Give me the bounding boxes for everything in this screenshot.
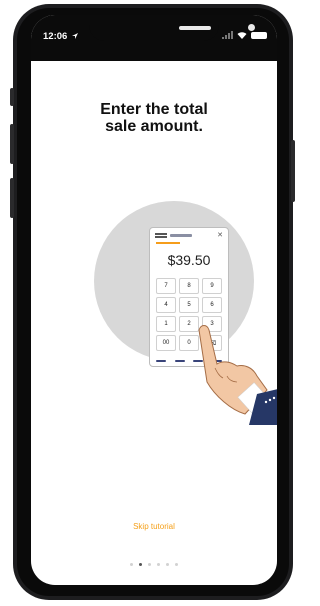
power-button [291,140,295,202]
status-bar: 12:06 [31,15,277,61]
battery-icon [251,31,267,39]
pagination-dots [31,563,277,566]
page-dot-active[interactable] [139,563,142,566]
keypad-key: 9 [202,278,222,294]
page-dot[interactable] [166,563,169,566]
illustration-accent-bar [156,242,180,244]
wifi-icon [237,32,247,39]
page-dot[interactable] [148,563,151,566]
page-title: Enter the total sale amount. [31,101,277,135]
keypad-key: 5 [179,297,199,313]
hamburger-menu-icon [155,233,167,239]
sale-amount: $39.50 [167,252,211,268]
phone-screen: 12:06 Enter the total sale amount. ✕ $39… [31,15,277,585]
skip-tutorial-link[interactable]: Skip tutorial [31,522,277,531]
notch [89,15,255,41]
close-icon: ✕ [217,232,223,239]
status-icons [222,31,267,39]
camera [248,24,255,31]
volume-down-button [10,178,14,218]
speaker [179,26,211,30]
title-line-2: sale amount. [105,118,203,135]
location-arrow-icon [72,33,78,39]
page-dot[interactable] [130,563,133,566]
page-dot[interactable] [175,563,178,566]
status-time: 12:06 [43,31,68,42]
pointing-hand-icon [198,325,277,425]
keypad-key: 8 [179,278,199,294]
silent-switch [10,88,14,106]
keypad-key: 4 [156,297,176,313]
keypad-key: 6 [202,297,222,313]
volume-up-button [10,124,14,164]
keypad-key: 7 [156,278,176,294]
title-line-1: Enter the total [100,101,208,118]
signal-icon [222,31,233,39]
illustration-header-bar [170,234,192,237]
illustration-tab [156,360,166,362]
page-dot[interactable] [157,563,160,566]
